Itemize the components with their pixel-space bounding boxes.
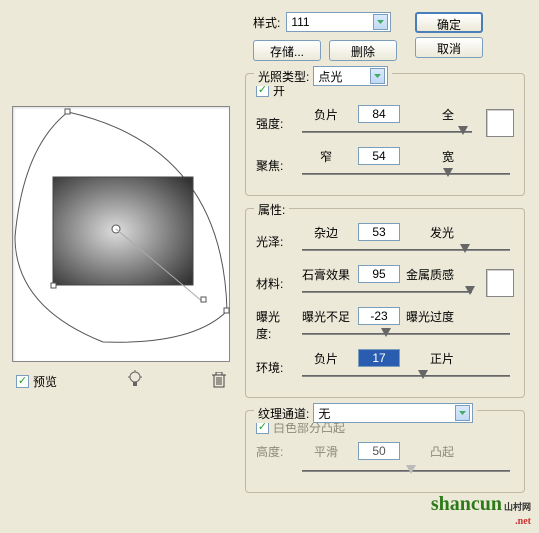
watermark-logo: shancun山村网 .net <box>431 493 531 527</box>
light-0-value[interactable] <box>358 105 400 123</box>
lightbulb-icon[interactable] <box>127 370 143 393</box>
height-value <box>358 442 400 460</box>
light-0-label: 强度: <box>256 115 294 132</box>
height-left: 平滑 <box>298 443 354 460</box>
properties-fieldset: 属性: 光泽: 杂边 发光 材料: 石膏效果 金属质感 <box>245 208 525 398</box>
cancel-button[interactable]: 取消 <box>415 37 483 58</box>
texture-channel-combo[interactable]: 无 <box>313 403 473 423</box>
prop-3-label: 环境: <box>256 359 294 376</box>
prop-2-slider[interactable] <box>302 325 510 343</box>
chevron-down-icon[interactable] <box>370 68 385 84</box>
prop-3-left: 负片 <box>298 350 354 367</box>
prop-2-right: 曝光过度 <box>404 308 454 325</box>
light-1-slider[interactable] <box>302 165 510 183</box>
light-1-left: 窄 <box>298 148 354 165</box>
height-label: 高度: <box>256 443 294 460</box>
preview-checkbox[interactable]: ✓ 预览 <box>16 373 57 390</box>
prop-0-label: 光泽: <box>256 233 294 250</box>
prop-0-value[interactable] <box>358 223 400 241</box>
height-right: 凸起 <box>404 443 454 460</box>
texture-channel-value: 无 <box>318 405 453 422</box>
texture-fieldset: 纹理通道: 无 ✓ 白色部分凸起 高度: 平滑 凸起 <box>245 410 525 493</box>
style-input[interactable] <box>291 15 371 29</box>
prop-0-slider[interactable] <box>302 241 510 259</box>
preview-canvas[interactable] <box>12 106 230 362</box>
prop-1-slider[interactable] <box>302 283 472 301</box>
preview-label: 预览 <box>33 373 57 390</box>
chevron-down-icon[interactable] <box>455 405 470 421</box>
prop-2-value[interactable] <box>358 307 400 325</box>
ok-button[interactable]: 确定 <box>415 12 483 33</box>
style-combo[interactable] <box>286 12 391 32</box>
prop-1-left: 石膏效果 <box>298 266 354 283</box>
light-1-label: 聚焦: <box>256 157 294 174</box>
properties-legend: 属性: <box>258 201 285 218</box>
light-1-right: 宽 <box>404 148 454 165</box>
checkmark-icon: ✓ <box>16 375 29 388</box>
trash-icon[interactable] <box>212 372 226 391</box>
prop-0-left: 杂边 <box>298 224 354 241</box>
prop-1-color-swatch[interactable] <box>486 269 514 297</box>
save-button[interactable]: 存储... <box>253 40 321 61</box>
prop-1-value[interactable] <box>358 265 400 283</box>
light-0-color-swatch[interactable] <box>486 109 514 137</box>
prop-2-label: 曝光度: <box>256 308 294 342</box>
light-type-value: 点光 <box>318 68 368 85</box>
prop-2-left: 曝光不足 <box>298 308 354 325</box>
prop-3-right: 正片 <box>404 350 454 367</box>
prop-3-slider[interactable] <box>302 367 510 385</box>
light-1-value[interactable] <box>358 147 400 165</box>
light-fieldset: 光照类型: 点光 ✓ 开 强度: 负片 全 <box>245 73 525 196</box>
height-slider <box>302 462 510 480</box>
prop-1-label: 材料: <box>256 275 294 292</box>
light-0-right: 全 <box>404 106 454 123</box>
style-label: 样式: <box>253 14 280 31</box>
texture-channel-label: 纹理通道: <box>258 405 309 422</box>
chevron-down-icon[interactable] <box>373 14 388 30</box>
light-type-combo[interactable]: 点光 <box>313 66 388 86</box>
prop-3-value[interactable] <box>358 349 400 367</box>
light-0-left: 负片 <box>298 106 354 123</box>
delete-button[interactable]: 删除 <box>329 40 397 61</box>
prop-1-right: 金属质感 <box>404 266 454 283</box>
light-0-slider[interactable] <box>302 123 472 141</box>
light-type-label: 光照类型: <box>258 68 309 85</box>
prop-0-right: 发光 <box>404 224 454 241</box>
